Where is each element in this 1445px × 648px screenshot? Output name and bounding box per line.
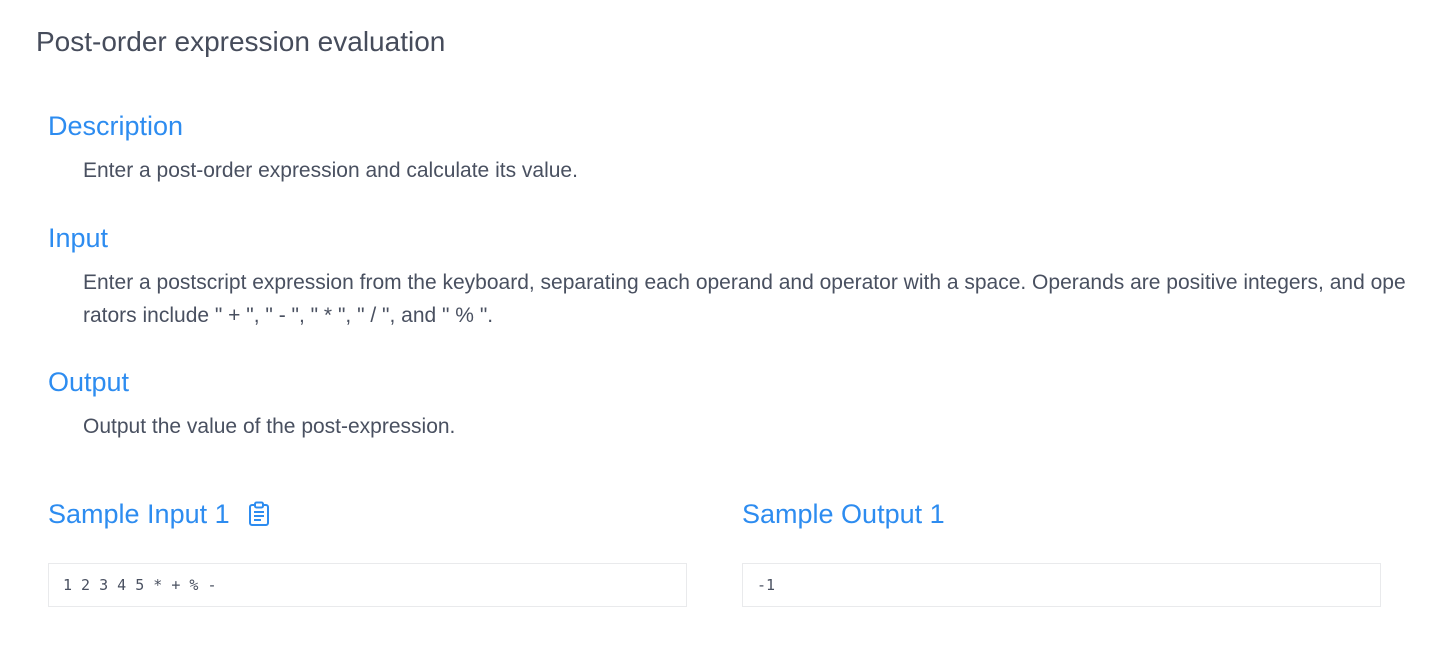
sample-output-box[interactable]: -1 xyxy=(742,563,1381,607)
output-text: Output the value of the post-expression. xyxy=(83,415,456,438)
description-heading: Description xyxy=(48,111,184,141)
sample-input-box[interactable]: 1 2 3 4 5 * + % - xyxy=(48,563,687,607)
sample-input-heading-label: Sample Input 1 xyxy=(48,499,230,529)
output-heading: Output xyxy=(48,367,130,397)
input-heading: Input xyxy=(48,223,109,253)
clipboard-icon[interactable] xyxy=(248,501,270,527)
description-text: Enter a post-order expression and calcul… xyxy=(83,159,578,182)
sample-input-heading: Sample Input 1 xyxy=(48,498,270,530)
input-text: Enter a postscript expression from the k… xyxy=(83,271,1406,327)
sample-output-heading: Sample Output 1 xyxy=(742,498,945,530)
sample-output-heading-label: Sample Output 1 xyxy=(742,499,945,529)
page-title: Post-order expression evaluation xyxy=(36,26,446,57)
